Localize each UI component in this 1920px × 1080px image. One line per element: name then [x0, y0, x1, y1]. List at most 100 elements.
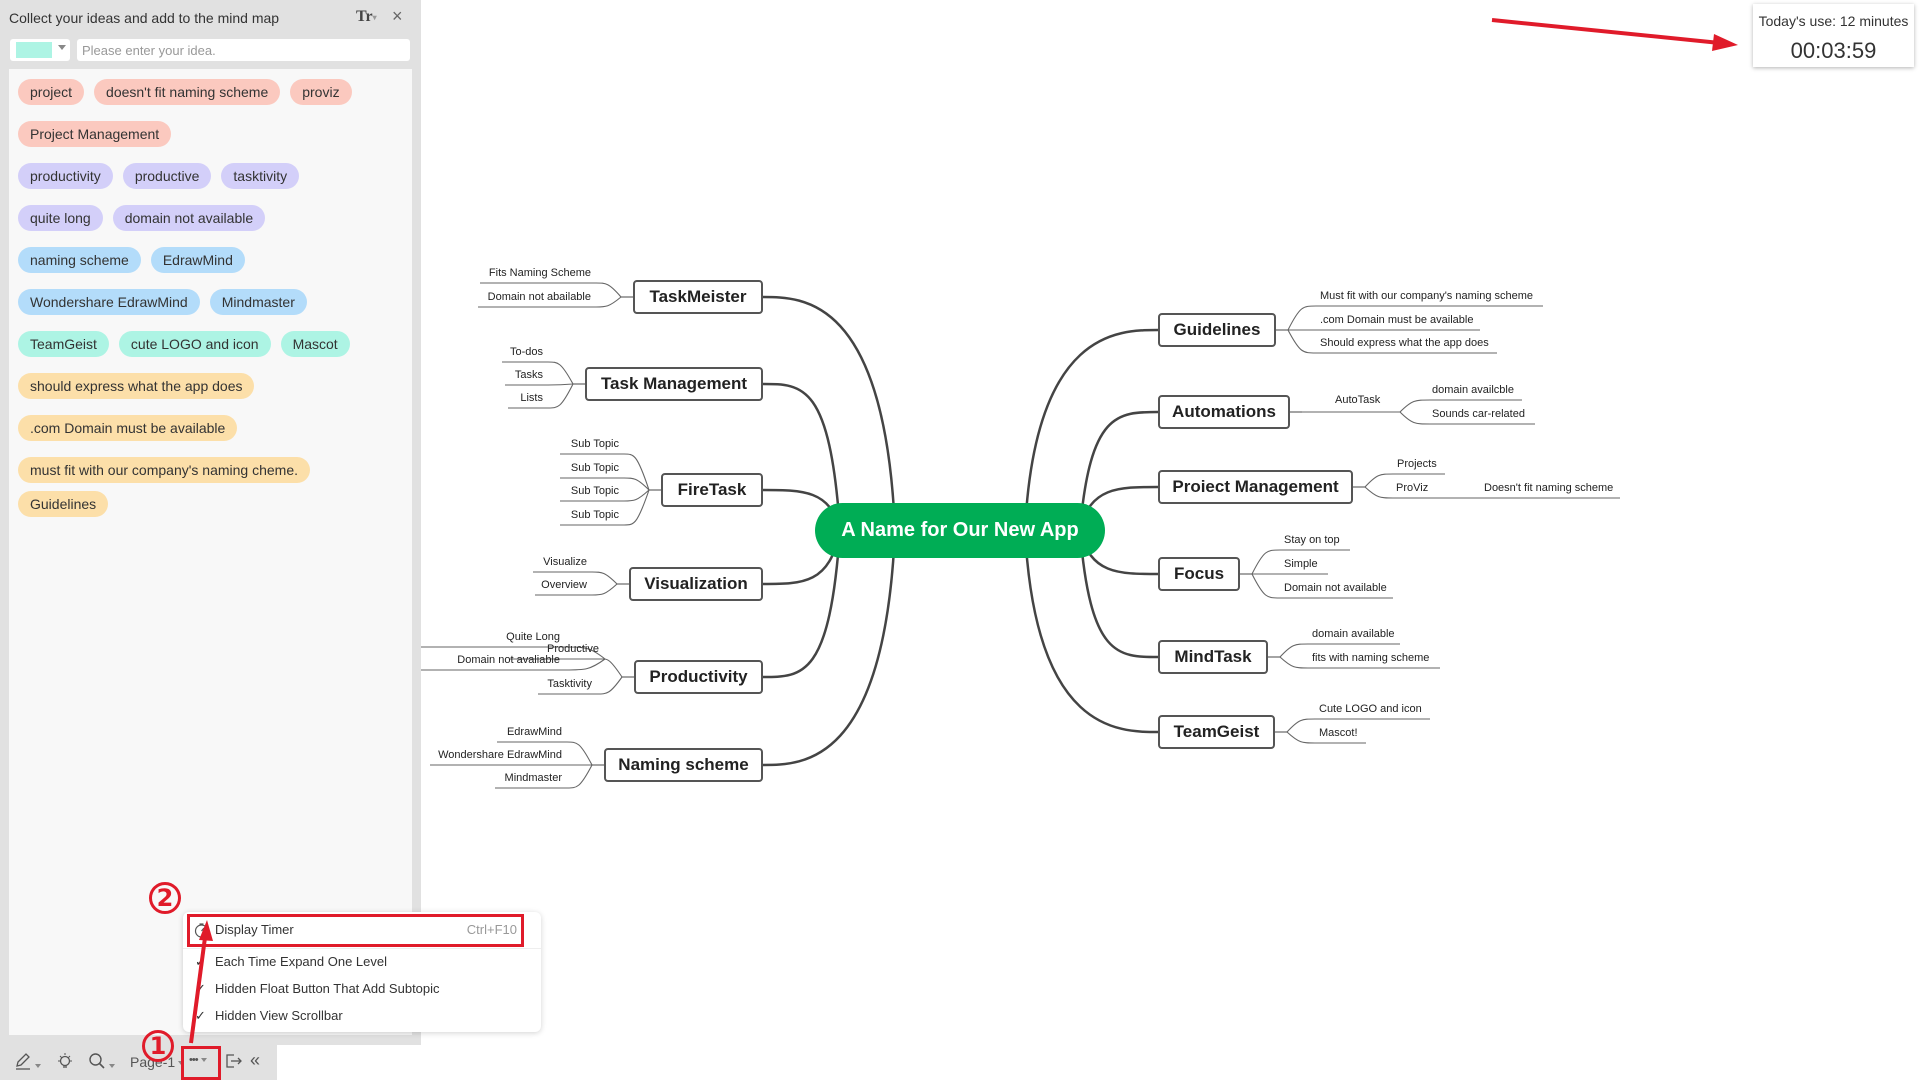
subtopic[interactable]: AutoTask — [1335, 394, 1380, 406]
idea-tags: project doesn't fit naming scheme proviz Pr… — [18, 79, 408, 517]
subtopic[interactable]: EdrawMind — [507, 726, 562, 738]
usage-timer[interactable]: Today's use: 12 minutes 00:03:59 — [1753, 4, 1914, 67]
subtopic[interactable]: Doesn't fit naming scheme — [1484, 482, 1613, 494]
main-topic[interactable]: Automations — [1158, 395, 1290, 429]
collapse-panel-button[interactable]: « — [250, 1050, 260, 1071]
checkmark-icon: ✓ — [195, 1008, 206, 1023]
menu-item-hidden-float-button[interactable]: ✓ Hidden Float Button That Add Subtopic — [183, 977, 541, 1001]
pen-tool-button[interactable] — [14, 1052, 41, 1073]
main-topic[interactable]: Task Management — [585, 367, 763, 401]
main-topic[interactable]: Productivity — [634, 660, 763, 694]
color-picker[interactable] — [10, 39, 70, 61]
idea-tag[interactable]: tasktivity — [221, 163, 300, 189]
subtopic[interactable]: Simple — [1284, 558, 1318, 570]
connector — [1023, 328, 1159, 531]
menu-item-label: Hidden Float Button That Add Subtopic — [215, 981, 440, 996]
subtopic[interactable]: Stay on top — [1284, 534, 1340, 546]
subtopic[interactable]: Cute LOGO and icon — [1319, 703, 1422, 715]
main-topic[interactable]: FireTask — [661, 473, 763, 507]
checkmark-icon: ✓ — [195, 954, 206, 969]
main-topic[interactable]: Focus — [1158, 557, 1240, 591]
subtopic[interactable]: Should express what the app does — [1320, 337, 1489, 349]
subtopic[interactable]: Sub Topic — [571, 509, 619, 521]
subtopic[interactable]: .com Domain must be available — [1320, 314, 1473, 326]
menu-item-label: Hidden View Scrollbar — [215, 1008, 343, 1023]
subtopic[interactable]: Must fit with our company's naming schem… — [1320, 290, 1533, 302]
main-topic[interactable]: TaskMeister — [633, 280, 763, 314]
subtopic[interactable]: Tasktivity — [547, 678, 592, 690]
subtopic[interactable]: Sub Topic — [571, 438, 619, 450]
idea-bulb-button[interactable] — [56, 1052, 74, 1073]
pencil-icon — [16, 1053, 30, 1070]
idea-tag[interactable]: should express what the app does — [18, 373, 255, 399]
menu-item-expand-one-level[interactable]: ✓ Each Time Expand One Level — [183, 950, 541, 974]
highlight-display-timer — [187, 914, 524, 947]
subtopic[interactable]: Wondershare EdrawMind — [438, 749, 562, 761]
idea-tag[interactable]: quite long — [18, 205, 103, 231]
search-icon — [89, 1053, 105, 1069]
subtopic[interactable]: Domain not available — [1284, 582, 1387, 594]
close-icon[interactable]: × — [392, 6, 403, 27]
subtopic[interactable]: Sub Topic — [571, 462, 619, 474]
chevron-down-icon — [58, 45, 66, 50]
idea-tag[interactable]: Mascot — [280, 331, 350, 357]
connector — [762, 295, 897, 531]
timer-value: 00:03:59 — [1790, 38, 1877, 63]
subtopic[interactable]: Visualize — [543, 556, 587, 568]
menu-item-label: Each Time Expand One Level — [215, 954, 387, 969]
connector — [1286, 718, 1430, 733]
idea-tag[interactable]: proviz — [290, 79, 352, 105]
idea-tag[interactable]: productive — [122, 163, 212, 189]
main-topic[interactable]: Guidelines — [1158, 313, 1276, 347]
panel-title: Collect your ideas and add to the mind m… — [9, 10, 280, 26]
subtopic[interactable]: Mascot! — [1319, 727, 1358, 739]
idea-input[interactable] — [77, 39, 410, 61]
menu-divider — [183, 948, 541, 949]
idea-tag[interactable]: Mindmaster — [209, 289, 307, 315]
idea-tag[interactable]: domain not available — [112, 205, 266, 231]
subtopic[interactable]: Fits Naming Scheme — [489, 267, 591, 279]
main-topic[interactable]: Proiect Management — [1158, 470, 1353, 504]
subtopic[interactable]: domain availcble — [1432, 384, 1514, 396]
zoom-button[interactable] — [88, 1052, 115, 1073]
idea-tag[interactable]: cute LOGO and icon — [118, 331, 271, 357]
idea-tag[interactable]: TeamGeist — [18, 331, 109, 357]
idea-tag[interactable]: Guidelines — [18, 491, 109, 517]
subtopic[interactable]: domain available — [1312, 628, 1395, 640]
step-badge-2: 2 — [149, 882, 181, 914]
idea-tag[interactable]: Wondershare EdrawMind — [18, 289, 200, 315]
idea-tag[interactable]: .com Domain must be available — [18, 415, 238, 441]
bottom-toolbar: Page-1 ••• « — [0, 1045, 277, 1080]
subtopic[interactable]: Lists — [520, 392, 543, 404]
idea-tag[interactable]: productivity — [18, 163, 113, 189]
idea-tag[interactable]: must fit with our company's naming cheme… — [18, 457, 311, 483]
idea-tag[interactable]: Project Management — [18, 121, 172, 147]
main-topic[interactable]: MindTask — [1158, 640, 1268, 674]
connector — [762, 529, 897, 767]
subtopic[interactable]: Quite Long — [506, 631, 560, 643]
subtopic[interactable]: Overview — [541, 579, 587, 591]
subtopic[interactable]: Projects — [1397, 458, 1437, 470]
idea-tag[interactable]: EdrawMind — [150, 247, 245, 273]
central-topic[interactable]: A Name for Our New App — [815, 503, 1105, 558]
step-badge-1: 1 — [142, 1030, 174, 1062]
main-topic[interactable]: Visualization — [629, 567, 763, 601]
export-button[interactable] — [225, 1052, 243, 1073]
subtopic[interactable]: Domain not avaliable — [457, 654, 560, 666]
idea-tag[interactable]: doesn't fit naming scheme — [94, 79, 281, 105]
main-topic[interactable]: Naming scheme — [604, 748, 763, 782]
menu-item-hidden-scrollbar[interactable]: ✓ Hidden View Scrollbar — [183, 1004, 541, 1028]
idea-tag[interactable]: project — [18, 79, 85, 105]
subtopic[interactable]: ProViz — [1396, 482, 1428, 494]
idea-collector-panel: Collect your ideas and add to the mind m… — [0, 0, 421, 1045]
subtopic[interactable]: Tasks — [515, 369, 543, 381]
subtopic[interactable]: Domain not abailable — [488, 291, 591, 303]
subtopic[interactable]: Sounds car-related — [1432, 408, 1525, 420]
subtopic[interactable]: To-dos — [510, 346, 543, 358]
idea-tag[interactable]: naming scheme — [18, 247, 141, 273]
main-topic[interactable]: TeamGeist — [1158, 715, 1275, 749]
subtopic[interactable]: Sub Topic — [571, 485, 619, 497]
subtopic[interactable]: fits with naming scheme — [1312, 652, 1429, 664]
subtopic[interactable]: Mindmaster — [505, 772, 562, 784]
text-style-icon[interactable]: Tr▾ — [356, 8, 377, 26]
